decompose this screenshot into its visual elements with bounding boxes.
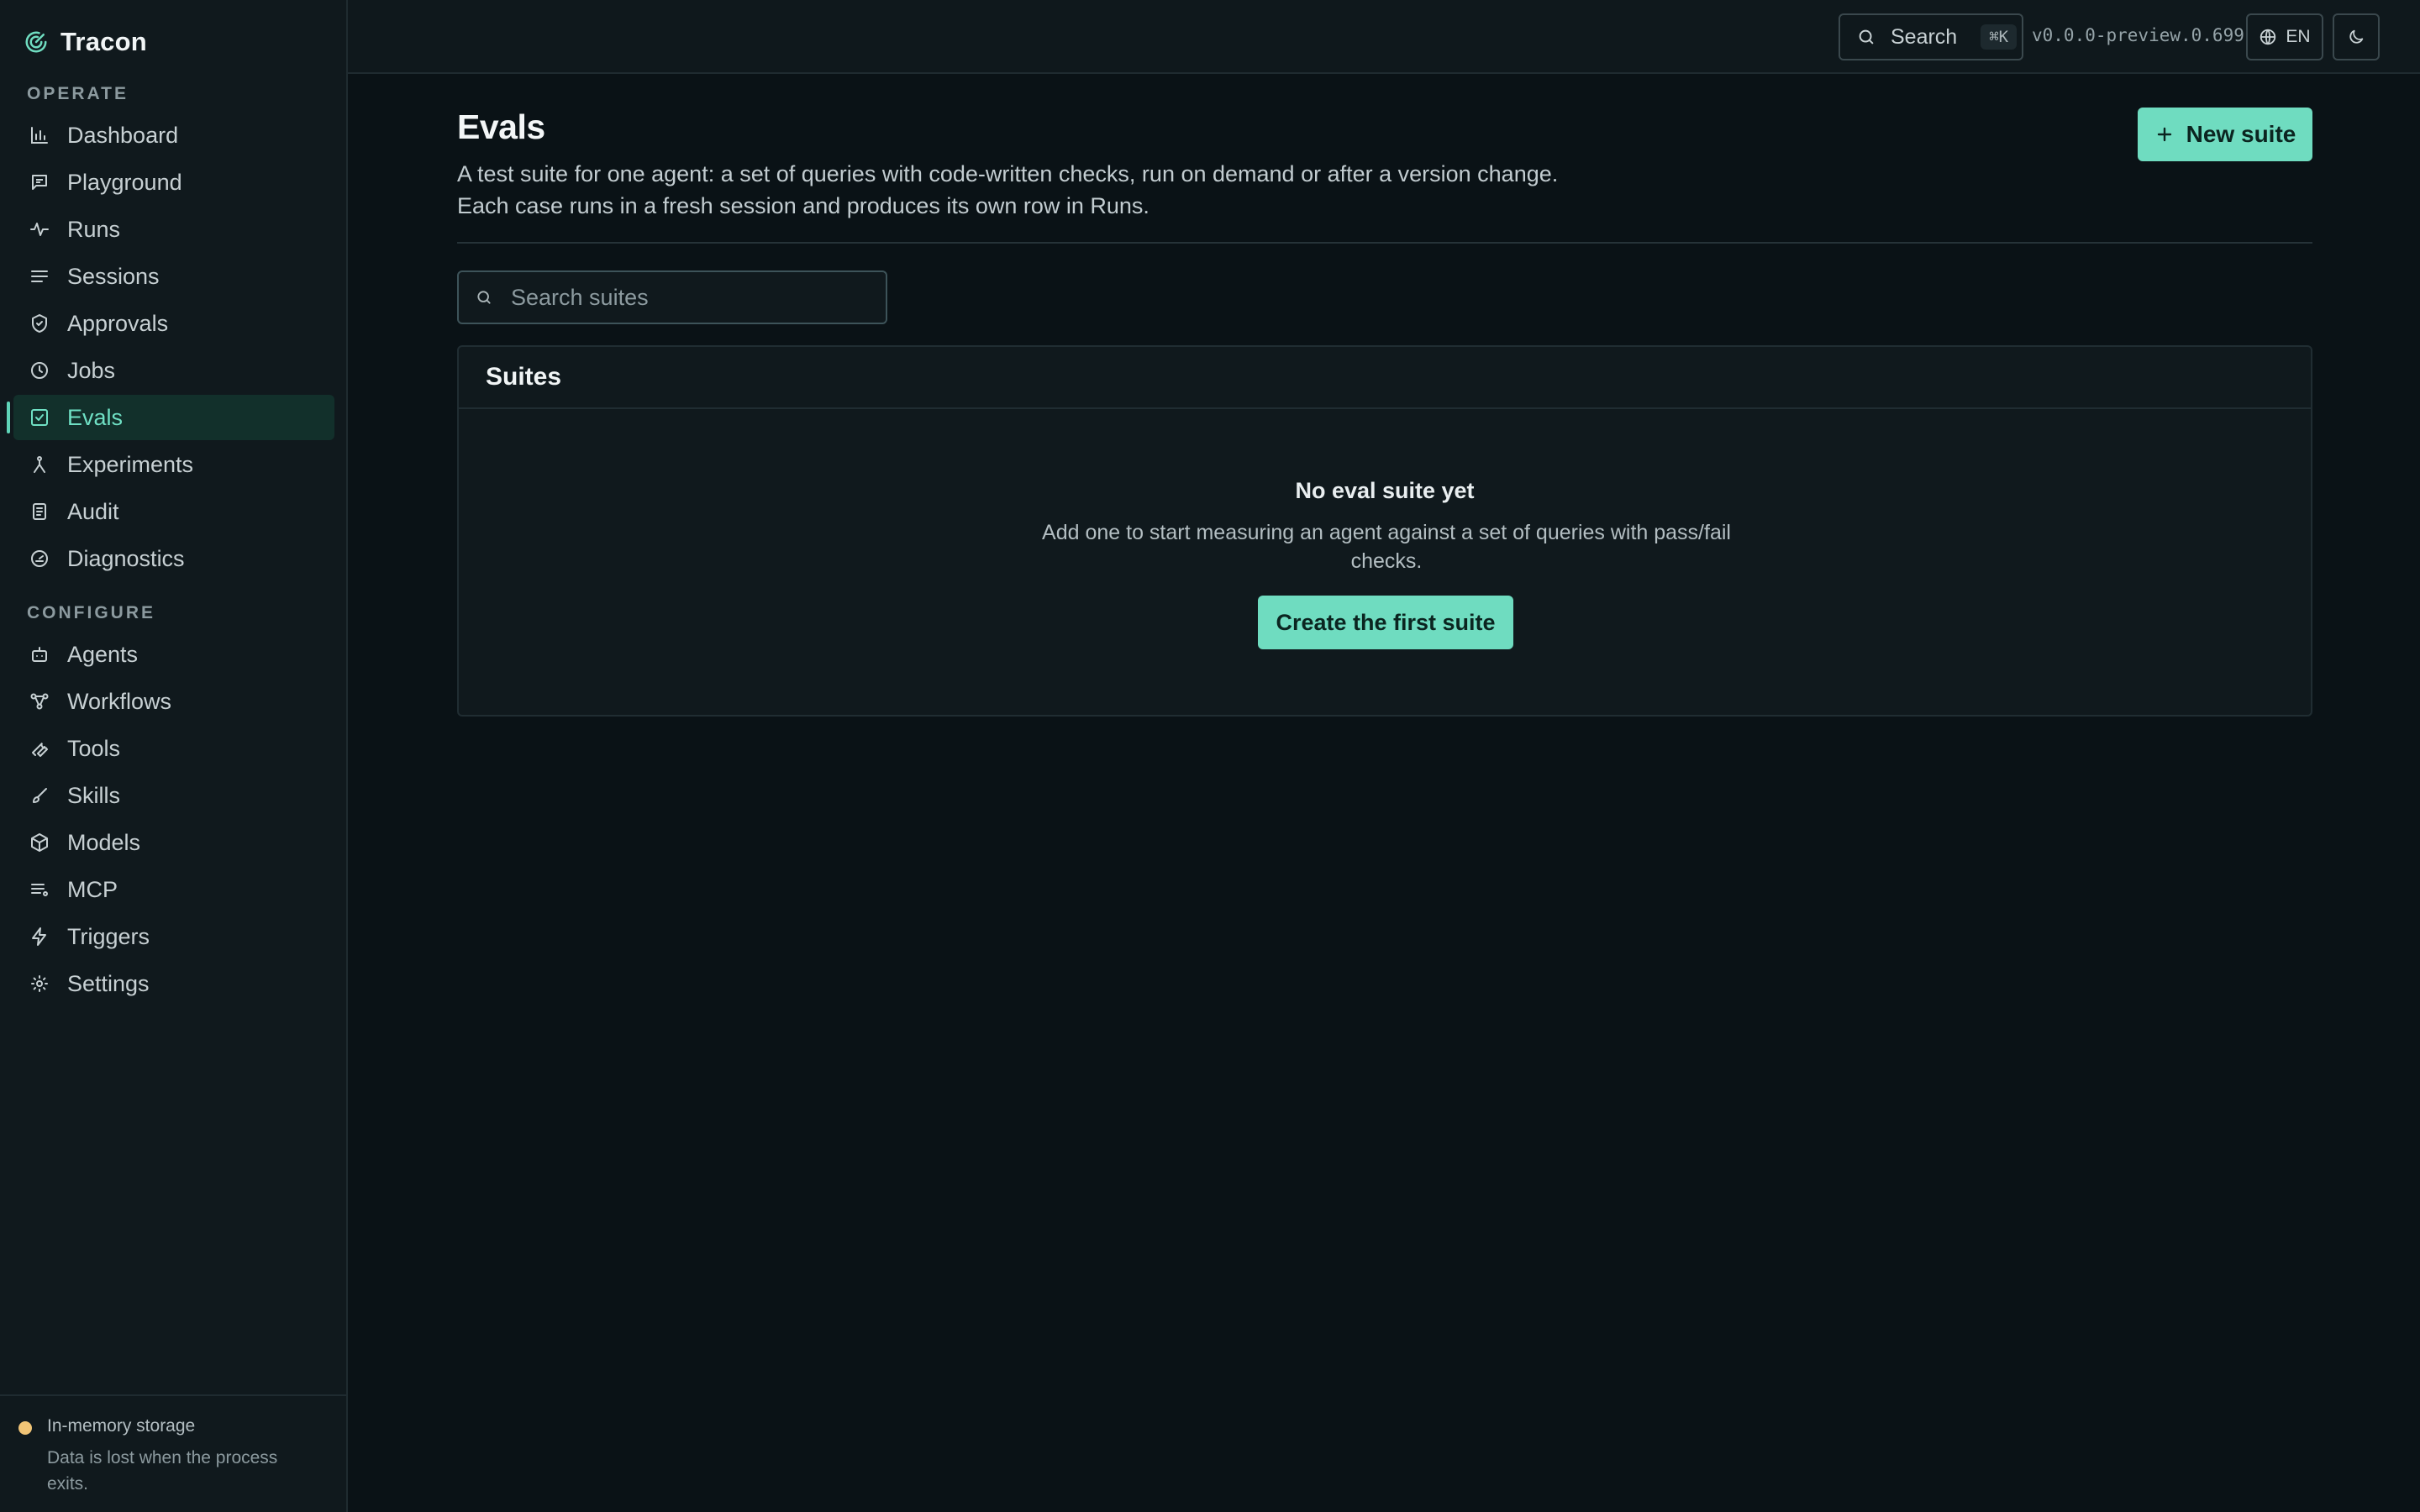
empty-state-title: No eval suite yet (1295, 478, 1475, 503)
shield-check-icon (29, 312, 50, 334)
sidebar-item-label: Workflows (67, 688, 172, 714)
sidebar-item-triggers[interactable]: Triggers (13, 914, 334, 959)
fork-icon (29, 454, 50, 475)
search-icon (1857, 28, 1876, 46)
new-suite-label: New suite (2186, 121, 2296, 147)
sidebar-item-label: Approvals (67, 310, 169, 336)
list-icon (29, 265, 50, 287)
page-description: A test suite for one agent: a set of que… (457, 158, 1718, 222)
sidebar-item-label: Runs (67, 216, 121, 242)
theme-toggle-button[interactable] (2333, 13, 2380, 60)
sidebar-item-agents[interactable]: Agents (13, 632, 334, 677)
zap-icon (29, 926, 50, 948)
panel-title: Suites (459, 347, 2311, 409)
sidebar-item-dashboard[interactable]: Dashboard (13, 113, 334, 158)
sidebar-item-label: Dashboard (67, 122, 179, 148)
sidebar-item-audit[interactable]: Audit (13, 489, 334, 534)
description-line-2: Each case runs in a fresh session and pr… (457, 193, 1150, 218)
storage-note: Data is lost when the process exits. (47, 1448, 278, 1494)
cube-icon (29, 832, 50, 853)
topbar: Search ⌘K v0.0.0-preview.0.699 EN (348, 0, 2420, 74)
sidebar-item-label: Evals (67, 404, 124, 430)
gauge-icon (29, 548, 50, 570)
section-label-configure: CONFIGURE (27, 603, 155, 622)
globe-icon (2259, 28, 2277, 46)
sun-gear-icon (29, 973, 50, 995)
brush-icon (29, 785, 50, 806)
sidebar-item-label: Triggers (67, 923, 150, 949)
search-icon (476, 289, 492, 306)
sidebar-item-label: Diagnostics (67, 545, 185, 571)
sidebar-item-skills[interactable]: Skills (13, 773, 334, 818)
plus-icon (2154, 124, 2175, 144)
global-search-button[interactable]: Search ⌘K (1839, 13, 2023, 60)
sidebar-item-label: Models (67, 829, 141, 855)
shortcut-badge: ⌘K (1981, 24, 2018, 50)
sidebar-item-experiments[interactable]: Experiments (13, 442, 334, 487)
sidebar-item-models[interactable]: Models (13, 820, 334, 865)
active-indicator (7, 402, 10, 433)
sidebar-item-label: Settings (67, 970, 150, 996)
storage-title: In-memory storage (47, 1416, 196, 1436)
bot-icon (29, 643, 50, 665)
description-line-1: A test suite for one agent: a set of que… (457, 161, 1559, 186)
sidebar-item-diagnostics[interactable]: Diagnostics (13, 536, 334, 581)
sidebar-item-mcp[interactable]: MCP (13, 867, 334, 912)
brand[interactable]: Tracon (24, 25, 147, 59)
create-first-suite-button[interactable]: Create the first suite (1258, 596, 1513, 649)
sidebar-item-evals[interactable]: Evals (13, 395, 334, 440)
language-label: EN (2286, 27, 2311, 46)
clock-icon (29, 360, 50, 381)
sidebar-item-runs[interactable]: Runs (13, 207, 334, 252)
sidebar-item-label: MCP (67, 876, 118, 902)
sidebar-item-label: Playground (67, 169, 182, 195)
sidebar-item-label: Skills (67, 782, 121, 808)
search-label: Search (1891, 24, 1958, 49)
sidebar-item-sessions[interactable]: Sessions (13, 254, 334, 299)
tracon-logo-icon (24, 29, 49, 55)
sidebar: Tracon OPERATE Dashboard Playground Runs… (0, 0, 348, 1512)
suite-search-field[interactable] (457, 270, 887, 324)
sidebar-item-label: Sessions (67, 263, 160, 289)
status-dot (18, 1421, 32, 1435)
page-title: Evals (457, 108, 545, 146)
section-label-operate: OPERATE (27, 84, 129, 103)
clipboard-icon (29, 501, 50, 522)
header-divider (457, 242, 2312, 244)
sidebar-item-jobs[interactable]: Jobs (13, 348, 334, 393)
version-label: v0.0.0-preview.0.699 (2032, 25, 2244, 45)
wrench-icon (29, 738, 50, 759)
moon-icon (2347, 28, 2365, 46)
sidebar-item-label: Agents (67, 641, 139, 667)
sidebar-item-workflows[interactable]: Workflows (13, 679, 334, 724)
storage-status: In-memory storage Data is lost when the … (0, 1394, 346, 1512)
sidebar-item-label: Experiments (67, 451, 194, 477)
sidebar-item-settings[interactable]: Settings (13, 961, 334, 1006)
sidebar-item-label: Audit (67, 498, 119, 524)
bar-chart-icon (29, 124, 50, 146)
checkbox-icon (29, 407, 50, 428)
brand-name: Tracon (60, 27, 147, 56)
empty-state-description: Add one to start measuring an agent agai… (1042, 521, 1731, 573)
language-button[interactable]: EN (2246, 13, 2323, 60)
suites-panel: Suites No eval suite yet Add one to star… (457, 345, 2312, 717)
sidebar-item-label: Tools (67, 735, 121, 761)
chat-icon (29, 171, 50, 193)
suite-search-input[interactable] (509, 283, 862, 312)
activity-icon (29, 218, 50, 240)
new-suite-button[interactable]: New suite (2138, 108, 2312, 161)
sidebar-item-tools[interactable]: Tools (13, 726, 334, 771)
sidebar-item-label: Jobs (67, 357, 116, 383)
sidebar-item-playground[interactable]: Playground (13, 160, 334, 205)
workflow-icon (29, 690, 50, 712)
server-list-icon (29, 879, 50, 900)
sidebar-item-approvals[interactable]: Approvals (13, 301, 334, 346)
